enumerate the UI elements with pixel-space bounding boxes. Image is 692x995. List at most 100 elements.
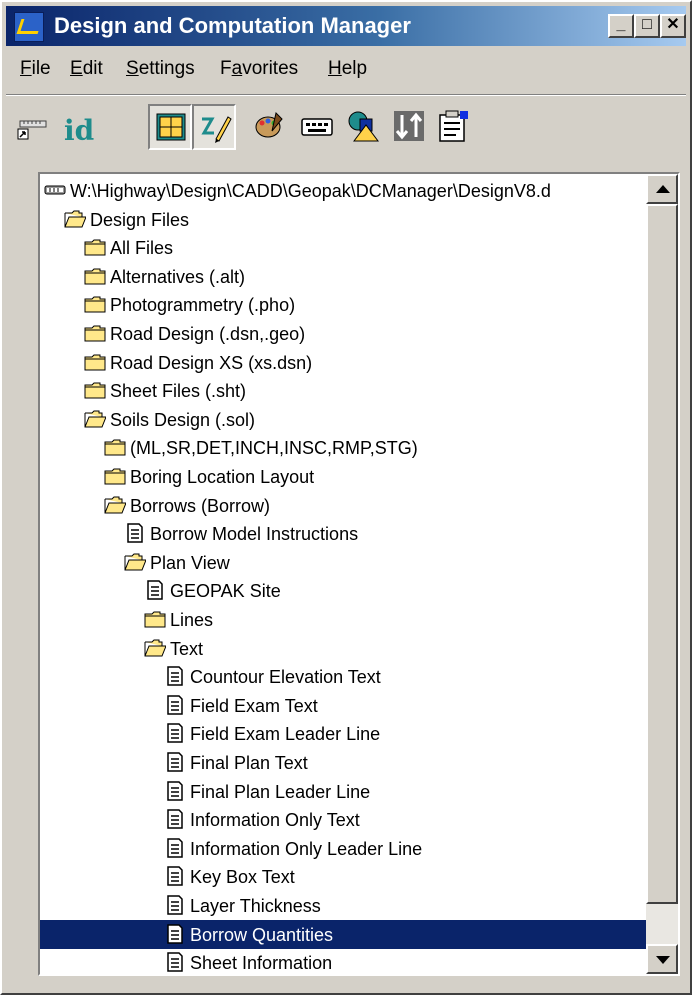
tree-row-label: GEOPAK Site: [170, 581, 281, 602]
tree-row[interactable]: Boring Location Layout: [40, 462, 646, 491]
shapes-icon[interactable]: [342, 104, 386, 150]
arrow-up-icon: [656, 185, 670, 193]
document-icon: [124, 523, 146, 543]
scroll-up-button[interactable]: [646, 174, 678, 204]
tree-row[interactable]: Information Only Leader Line: [40, 834, 646, 863]
tree-row-label: Field Exam Leader Line: [190, 724, 381, 745]
tree-row[interactable]: Lines: [40, 605, 646, 634]
folder-icon: [144, 609, 166, 629]
tree-row[interactable]: (ML,SR,DET,INCH,INSC,RMP,STG): [40, 433, 646, 462]
tree-row-label: Photogrammetry (.pho): [110, 295, 296, 316]
scroll-down-button[interactable]: [646, 944, 678, 974]
tree-row[interactable]: Final Plan Leader Line: [40, 777, 646, 806]
tree-row[interactable]: Sheet Files (.sht): [40, 376, 646, 405]
properties-icon[interactable]: [432, 104, 476, 150]
tree-row[interactable]: Countour Elevation Text: [40, 662, 646, 691]
scroll-thumb[interactable]: [646, 204, 678, 904]
tree-row[interactable]: Alternatives (.alt): [40, 262, 646, 291]
app-logo-icon: [14, 12, 44, 42]
maximize-button[interactable]: □: [634, 14, 660, 38]
tree-row[interactable]: Sheet Information: [40, 948, 646, 974]
tree-row[interactable]: GEOPAK Site: [40, 576, 646, 605]
tree-row[interactable]: Road Design (.dsn,.geo): [40, 319, 646, 348]
tree-row[interactable]: Final Plan Text: [40, 748, 646, 777]
tree-row[interactable]: Plan View: [40, 548, 646, 577]
tree-row-label: (ML,SR,DET,INCH,INSC,RMP,STG): [130, 438, 418, 459]
menu-favorites[interactable]: Favorites: [220, 58, 298, 80]
tree-row[interactable]: Text: [40, 634, 646, 663]
tree-row-label: W:\Highway\Design\CADD\Geopak\DCManager\…: [70, 181, 551, 201]
document-icon: [164, 780, 186, 801]
tree-row[interactable]: Key Box Text: [40, 862, 646, 891]
tree-row-label: Borrows (Borrow): [130, 495, 271, 516]
tree-row[interactable]: Information Only Text: [40, 805, 646, 834]
tree-row[interactable]: Design Files: [40, 205, 646, 234]
tree-row-label: Alternatives (.alt): [110, 266, 246, 287]
keyboard-icon[interactable]: [296, 104, 340, 150]
folder-icon: [84, 266, 106, 286]
folder-icon: [104, 466, 126, 486]
folder-open-icon: [104, 495, 127, 515]
grid-window-icon[interactable]: [148, 104, 192, 150]
menu-edit[interactable]: Edit: [70, 58, 103, 80]
menu-file[interactable]: File: [20, 58, 51, 80]
dcm-window: Design and Computation Manager _ □ ✕ Fil…: [0, 0, 692, 995]
tree-row-label: Borrow Quantities: [190, 924, 334, 945]
tree-row[interactable]: Borrow Model Instructions: [40, 519, 646, 548]
tree-row[interactable]: W:\Highway\Design\CADD\Geopak\DCManager\…: [40, 176, 646, 205]
folder-open-icon: [124, 552, 147, 572]
tree-row-label: Sheet Information: [190, 953, 333, 974]
tree-row[interactable]: Borrow Quantities: [40, 919, 646, 949]
folder-open-icon: [84, 409, 107, 429]
tree-view[interactable]: W:\Highway\Design\CADD\Geopak\DCManager\…: [38, 172, 680, 976]
title-bar[interactable]: Design and Computation Manager _ □ ✕: [6, 6, 686, 46]
arrow-down-icon: [656, 956, 670, 964]
menu-bar: File Edit Settings Favorites Help: [6, 54, 686, 86]
tree-row-label: Final Plan Leader Line: [190, 781, 371, 802]
close-button[interactable]: ✕: [660, 14, 686, 38]
tree-row[interactable]: Photogrammetry (.pho): [40, 290, 646, 319]
sort-icon[interactable]: [388, 104, 432, 150]
toolbar-divider: [6, 94, 686, 96]
tree-rows: W:\Highway\Design\CADD\Geopak\DCManager\…: [40, 174, 650, 974]
vertical-scrollbar[interactable]: [646, 174, 678, 974]
tree-row[interactable]: All Files: [40, 233, 646, 262]
tree-row[interactable]: Road Design XS (xs.dsn): [40, 348, 646, 377]
tree-row-label: Lines: [170, 610, 214, 630]
folder-open-icon: [64, 209, 87, 229]
folder-icon: [84, 237, 106, 257]
tree-row[interactable]: Field Exam Text: [40, 691, 646, 720]
tree-row-label: Borrow Model Instructions: [150, 524, 359, 545]
document-icon: [164, 752, 186, 772]
tree-row[interactable]: Field Exam Leader Line: [40, 719, 646, 748]
document-icon: [164, 666, 186, 686]
tree-row[interactable]: Borrows (Borrow): [40, 491, 646, 520]
tree-row-label: All Files: [110, 238, 174, 259]
tree-row-label: Information Only Leader Line: [190, 838, 423, 859]
database-icon: [44, 180, 66, 200]
tree-row[interactable]: Layer Thickness: [40, 891, 646, 920]
folder-icon: [84, 352, 106, 372]
tree-row-label: Design Files: [90, 209, 190, 230]
folder-icon: [84, 380, 106, 400]
palette-icon[interactable]: [248, 104, 292, 150]
folder-icon: [104, 437, 126, 457]
id-icon[interactable]: id: [64, 114, 94, 147]
tree-row-label: Boring Location Layout: [130, 467, 315, 487]
tree-row-label: Field Exam Text: [190, 695, 318, 716]
tree-row[interactable]: Soils Design (.sol): [40, 405, 646, 434]
tree-row-label: Key Box Text: [190, 867, 295, 888]
draw-pencil-icon[interactable]: [192, 104, 236, 150]
minimize-button[interactable]: _: [608, 14, 634, 38]
tree-row-label: Plan View: [150, 552, 230, 573]
document-icon: [164, 895, 186, 915]
ruler-icon[interactable]: [12, 104, 56, 150]
document-icon: [164, 838, 186, 858]
document-icon: [164, 723, 186, 744]
menu-settings[interactable]: Settings: [126, 58, 195, 80]
toolbar: id: [6, 98, 686, 162]
folder-icon: [84, 323, 106, 343]
tree-row-label: Road Design (.dsn,.geo): [110, 324, 306, 344]
menu-help[interactable]: Help: [328, 58, 367, 80]
tree-row-label: Layer Thickness: [190, 896, 321, 916]
